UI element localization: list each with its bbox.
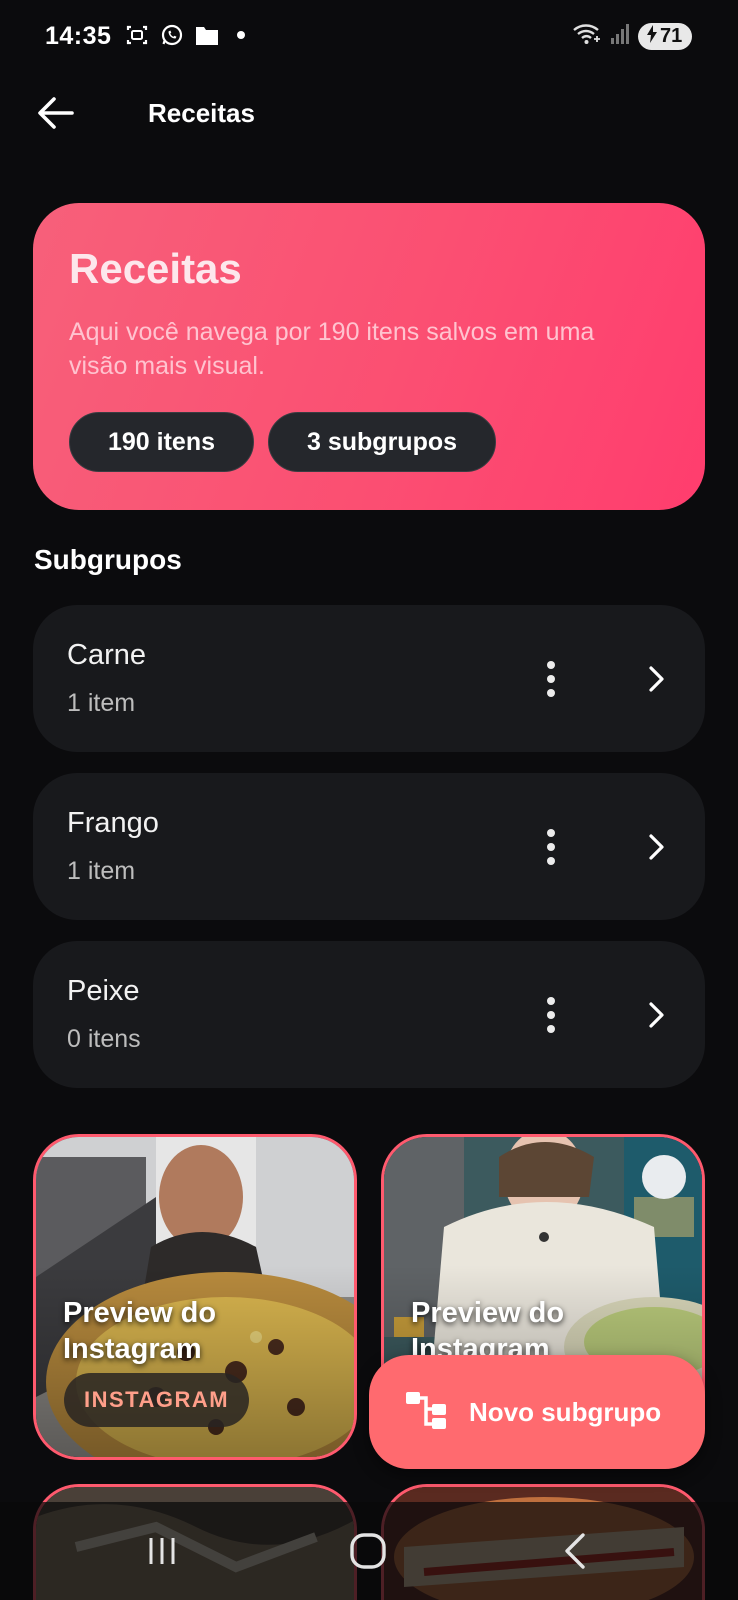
status-time: 14:35: [45, 22, 112, 50]
wifi-icon: [572, 22, 602, 51]
hero-chips: 190 itens 3 subgrupos: [69, 412, 497, 472]
subgroups-count-chip[interactable]: 3 subgrupos: [268, 412, 497, 472]
subgroup-count: 1 item: [67, 689, 136, 717]
new-subgroup-button[interactable]: Novo subgrupo: [369, 1355, 705, 1469]
more-options-icon[interactable]: [531, 655, 571, 703]
recipes-screen: 14:35 71 Receitas Receitas Aqui você nav…: [0, 0, 738, 1600]
subgroups-section-title: Subgrupos: [34, 544, 182, 575]
app-bar: Receitas: [0, 82, 738, 144]
new-subgroup-label: Novo subgrupo: [469, 1396, 662, 1427]
back-button[interactable]: [30, 90, 82, 136]
media-title: Preview do Instagram: [63, 1297, 217, 1365]
signal-icon: [610, 23, 630, 50]
instagram-badge: INSTAGRAM: [64, 1373, 250, 1427]
home-icon[interactable]: [338, 1526, 398, 1576]
chevron-right-icon[interactable]: [639, 995, 675, 1035]
more-options-icon[interactable]: [531, 823, 571, 871]
whatsapp-icon: [159, 22, 185, 48]
recent-apps-icon[interactable]: [132, 1526, 192, 1576]
screenshot-icon: [124, 22, 150, 48]
system-nav-bar: [0, 1502, 738, 1600]
notification-dot: [237, 31, 245, 39]
hero-card: Receitas Aqui você navega por 190 itens …: [33, 203, 705, 510]
status-icons-right: 71: [572, 22, 692, 51]
subgroup-name: Carne: [67, 639, 146, 671]
folder-icon: [194, 22, 220, 48]
subgroup-item-peixe[interactable]: Peixe 0 itens: [33, 941, 705, 1088]
status-bar: 14:35 71: [0, 0, 738, 76]
status-icons-left: [124, 22, 245, 48]
battery-level: 71: [660, 25, 683, 47]
subgroup-count: 0 itens: [67, 1025, 141, 1053]
items-count-chip[interactable]: 190 itens: [69, 412, 255, 472]
system-back-icon[interactable]: [545, 1526, 605, 1576]
subgroup-count: 1 item: [67, 857, 136, 885]
hero-title: Receitas: [69, 245, 242, 292]
tree-structure-icon: [405, 1390, 449, 1435]
chevron-right-icon[interactable]: [639, 827, 675, 867]
app-bar-title: Receitas: [148, 98, 255, 128]
chevron-right-icon[interactable]: [639, 659, 675, 699]
more-options-icon[interactable]: [531, 991, 571, 1039]
subgroup-item-carne[interactable]: Carne 1 item: [33, 605, 705, 752]
subgroup-name: Peixe: [67, 975, 140, 1007]
arrow-left-icon: [38, 97, 74, 129]
subgroup-item-frango[interactable]: Frango 1 item: [33, 773, 705, 920]
media-card-instagram-1[interactable]: Preview do Instagram INSTAGRAM: [33, 1134, 357, 1460]
battery-indicator: 71: [638, 23, 692, 50]
battery-charging-icon: [646, 24, 658, 50]
subgroup-name: Frango: [67, 807, 159, 839]
hero-description: Aqui você navega por 190 itens salvos em…: [69, 318, 595, 380]
